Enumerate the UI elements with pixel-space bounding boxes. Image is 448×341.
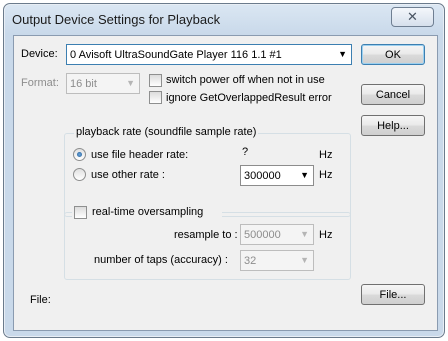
ok-button[interactable]: OK xyxy=(361,44,425,65)
ignore-overlapped-label: ignore GetOverlappedResult error xyxy=(166,92,332,104)
realtime-oversampling-label: real-time oversampling xyxy=(92,206,204,218)
help-button[interactable]: Help... xyxy=(361,115,425,136)
cancel-button[interactable]: Cancel xyxy=(361,84,425,105)
other-rate-unit: Hz xyxy=(319,169,333,181)
format-label: Format: xyxy=(21,77,59,89)
use-header-rate-label: use file header rate: xyxy=(91,149,189,161)
file-button[interactable]: File... xyxy=(361,284,425,305)
chevron-down-icon: ▼ xyxy=(338,49,347,59)
switch-power-checkbox[interactable] xyxy=(149,74,162,87)
header-rate-value: ? xyxy=(242,146,249,158)
format-select-value: 16 bit xyxy=(70,77,97,90)
device-select[interactable]: 0 Avisoft UltraSoundGate Player 116 1.1 … xyxy=(66,44,352,65)
device-select-value: 0 Avisoft UltraSoundGate Player 116 1.1 … xyxy=(70,48,282,61)
resample-unit: Hz xyxy=(319,229,333,241)
close-button[interactable]: ✕ xyxy=(391,7,434,27)
chevron-down-icon: ▼ xyxy=(300,229,309,239)
dialog-window: Output Device Settings for Playback ✕ De… xyxy=(3,3,445,338)
other-rate-select[interactable]: 300000 ▼ xyxy=(240,165,314,186)
file-label: File: xyxy=(30,294,51,306)
ignore-overlapped-checkbox[interactable] xyxy=(149,91,162,104)
close-icon: ✕ xyxy=(407,9,418,24)
format-select[interactable]: 16 bit ▼ xyxy=(66,73,140,94)
use-other-rate-radio[interactable] xyxy=(73,168,86,181)
use-other-rate-label: use other rate : xyxy=(91,169,165,181)
resample-label: resample to : xyxy=(174,229,238,241)
taps-select[interactable]: 32 ▼ xyxy=(240,250,314,271)
header-rate-unit: Hz xyxy=(319,149,333,161)
taps-select-value: 32 xyxy=(244,254,257,267)
playback-rate-group-title: playback rate (soundfile sample rate) xyxy=(74,126,259,138)
chevron-down-icon: ▼ xyxy=(126,78,135,88)
resample-select[interactable]: 500000 ▼ xyxy=(240,224,314,245)
device-label: Device: xyxy=(21,48,58,60)
realtime-oversampling-checkbox[interactable] xyxy=(74,206,87,219)
other-rate-select-value: 300000 xyxy=(244,169,281,182)
chevron-down-icon: ▼ xyxy=(300,170,309,180)
chevron-down-icon: ▼ xyxy=(300,255,309,265)
taps-label: number of taps (accuracy) : xyxy=(94,254,228,266)
use-header-rate-radio[interactable] xyxy=(73,148,86,161)
switch-power-label: switch power off when not in use xyxy=(166,74,325,86)
dialog-client-area: Device: 0 Avisoft UltraSoundGate Player … xyxy=(13,35,438,331)
dialog-title: Output Device Settings for Playback xyxy=(12,12,221,27)
resample-select-value: 500000 xyxy=(244,228,281,241)
